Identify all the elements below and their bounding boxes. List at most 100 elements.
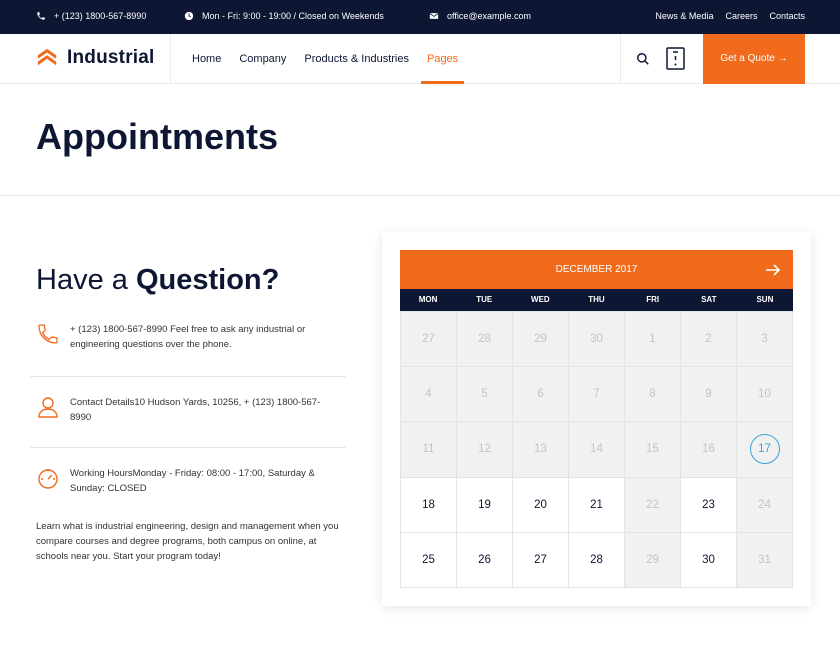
brand-name: Industrial [67,47,155,68]
calendar-day-number: 9 [705,388,712,401]
weekday-wed: WED [531,295,550,304]
nav-home[interactable]: Home [192,34,221,84]
calendar-day-number: 24 [758,498,771,511]
page-title: Appointments [36,116,278,157]
calendar-day-number: 28 [590,553,603,566]
calendar-day-number: 23 [702,498,715,511]
contact-separator [30,376,346,377]
topbar-email-text: office@example.com [447,11,532,21]
topbar-phone[interactable]: + (123) 1800-567-8990 [36,11,146,21]
calendar-day[interactable]: 23 [681,477,737,533]
contact-item-phone: + (123) 1800-567-8990 Feel free to ask a… [36,322,336,352]
calendar-day-number: 26 [478,553,491,566]
calendar-day[interactable]: 20 [513,477,569,533]
contact-details-text: Contact Details10 Hudson Yards, 10256, +… [70,397,321,423]
calendar-day-number: 4 [425,388,432,401]
calendar-day: 27 [401,312,457,368]
calendar-day: 2 [681,312,737,368]
calendar-day-number: 7 [593,388,600,401]
calendar-day: 7 [569,367,625,423]
calendar-day[interactable]: 19 [457,477,513,533]
contact-phone-text: + (123) 1800-567-8990 Feel free to ask a… [70,324,306,350]
calendar-day-number: 16 [702,443,715,456]
calendar-day-number: 19 [478,498,491,511]
contact-hours-text: Working HoursMonday - Friday: 08:00 - 17… [70,468,315,494]
calendar-day: 29 [513,312,569,368]
calendar-day[interactable]: 28 [569,532,625,588]
calendar-day: 10 [737,367,793,423]
calendar-day[interactable]: 25 [401,532,457,588]
arrow-right-icon[interactable] [765,262,781,278]
calendar-day: 16 [681,422,737,478]
calendar-month: DECEMBER 2017 [555,264,638,275]
clock-icon [184,11,194,21]
calendar-day: 8 [625,367,681,423]
calendar-day-number: 22 [646,498,659,511]
calendar-day-number: 20 [534,498,547,511]
contact-item-hours: Working HoursMonday - Friday: 08:00 - 17… [36,466,336,496]
weekday-sat: SAT [701,295,717,304]
weekday-sun: SUN [756,295,774,304]
calendar-day[interactable]: 27 [513,532,569,588]
phone-small-icon [37,12,45,20]
topbar-hours-text: Mon - Fri: 9:00 - 19:00 / Closed on Week… [202,11,384,21]
nav-company[interactable]: Company [239,34,286,84]
topbar-link-contacts[interactable]: Contacts [769,11,805,21]
logo-icon [37,48,57,66]
calendar-day[interactable]: 26 [457,532,513,588]
get-a-quote-button[interactable]: Get a Quote → [703,34,805,84]
header-divider [620,34,621,84]
calendar-day-number: 11 [422,443,435,456]
nav-pages[interactable]: Pages [420,34,465,84]
calendar-day-number: 6 [537,388,544,401]
calendar-grid: 27 28 29 30 1 2 3 4 5 6 7 8 9 10 11 12 13 14 15 16 17 18 19 20 2… [400,311,793,588]
calendar-day-number: 1 [649,333,656,346]
calendar-day: 6 [513,367,569,423]
calendar-day: 28 [457,312,513,368]
calendar-day: 29 [625,532,681,588]
calendar-day[interactable]: 30 [681,532,737,588]
topbar-link-careers[interactable]: Careers [725,11,757,21]
calendar-day-number: 15 [646,443,659,456]
calendar-day-number: 27 [534,553,547,566]
weekday-thu: THU [588,295,605,304]
main-header: Industrial Home Company Products & Indus… [0,34,840,84]
calendar-day-today[interactable]: 17 [737,422,793,478]
calendar-day-number: 18 [422,498,435,511]
today-ring [749,434,780,465]
calendar-day-number: 27 [422,333,435,346]
topbar-links: News & Media Careers Contacts [655,11,805,21]
calendar-day-number: 31 [758,553,771,566]
calendar-day: 13 [513,422,569,478]
question-heading: Have a Question? [36,264,279,297]
topbar-link-news[interactable]: News & Media [655,11,713,21]
search-icon[interactable] [636,52,650,66]
calendar-day-number: 25 [422,553,435,566]
calendar-day-number: 12 [478,443,491,456]
calendar-day-number: 2 [705,333,712,346]
mobile-icon[interactable] [666,47,685,70]
logo[interactable]: Industrial [36,47,155,69]
weekday-mon: MON [418,295,438,304]
mail-icon [429,13,439,19]
calendar-day: 31 [737,532,793,588]
calendar-day[interactable]: 18 [401,477,457,533]
calendar-day: 5 [457,367,513,423]
calendar-day: 11 [401,422,457,478]
calendar-day[interactable]: 21 [569,477,625,533]
weekday-fri: FRI [646,295,660,304]
calendar-day-number: 28 [478,333,491,346]
contact-separator [30,447,346,448]
calendar-day-number: 14 [590,443,603,456]
intro-blurb: Learn what is industrial engineering, de… [36,521,339,562]
topbar-email[interactable]: office@example.com [429,11,531,21]
contact-item-details: Contact Details10 Hudson Yards, 10256, +… [36,395,336,425]
nav-products-industries[interactable]: Products & Industries [304,34,409,84]
header-divider [170,34,171,84]
gauge-icon [38,469,58,489]
calendar-day: 15 [625,422,681,478]
calendar-day: 3 [737,312,793,368]
calendar-weekdays: MON TUE WED THU FRI SAT SUN [400,289,793,311]
calendar-day: 14 [569,422,625,478]
calendar-day-number: 13 [534,443,547,456]
